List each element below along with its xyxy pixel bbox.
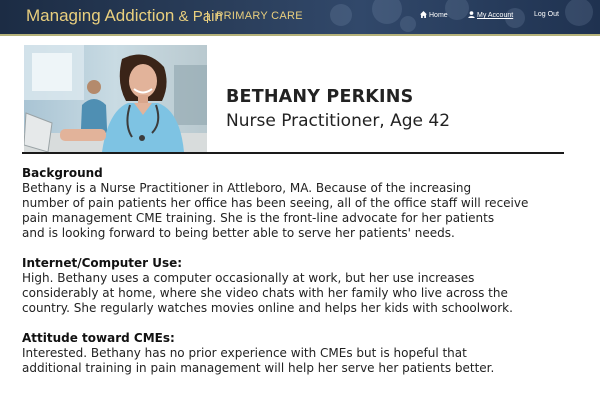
background-text-line: Bethany is a Nurse Practitioner in Attle… bbox=[22, 181, 472, 195]
nav-my-account-label: My Account bbox=[477, 12, 514, 19]
brand-title: Managing Addiction bbox=[26, 6, 175, 25]
internet-use-text-line: country. She regularly watches movies on… bbox=[22, 301, 513, 315]
background-text-line: pain management CME training. She is the… bbox=[22, 211, 495, 225]
internet-use-text-line: High. Bethany uses a computer occasional… bbox=[22, 271, 475, 285]
profile-photo bbox=[24, 45, 207, 152]
nav-home-link[interactable]: Home bbox=[420, 11, 448, 19]
section-title-internet-use: Internet/Computer Use: bbox=[22, 256, 183, 270]
site-logo-title[interactable]: Managing Addiction & Pain bbox=[26, 6, 223, 26]
nav-home-label: Home bbox=[429, 12, 448, 19]
home-icon bbox=[420, 11, 427, 18]
attitude-cme-text-line: Interested. Bethany has no prior experie… bbox=[22, 346, 467, 360]
background-text-line: and is looking forward to being better a… bbox=[22, 226, 455, 240]
attitude-cme-text-line: additional training in pain management w… bbox=[22, 361, 495, 375]
nav-my-account-link[interactable]: My Account bbox=[468, 11, 513, 19]
profile-role: Nurse Practitioner, Age 42 bbox=[226, 111, 451, 131]
user-icon bbox=[468, 11, 475, 18]
section-title-attitude-cme: Attitude toward CMEs: bbox=[22, 331, 175, 345]
nav-log-out-link[interactable]: Log Out bbox=[534, 11, 559, 18]
brand-divider bbox=[207, 11, 208, 23]
site-header: Managing Addiction & Pain PRIMARY CARE H… bbox=[0, 0, 600, 36]
brand-subtitle: PRIMARY CARE bbox=[216, 10, 303, 22]
internet-use-text-line: considerably at home, where she video ch… bbox=[22, 286, 508, 300]
nav-log-out-label: Log Out bbox=[534, 11, 559, 18]
profile-name: BETHANY PERKINS bbox=[226, 87, 414, 107]
background-text-line: number of pain patients her office has b… bbox=[22, 196, 529, 210]
section-title-background: Background bbox=[22, 166, 103, 180]
profile-divider bbox=[22, 152, 564, 154]
